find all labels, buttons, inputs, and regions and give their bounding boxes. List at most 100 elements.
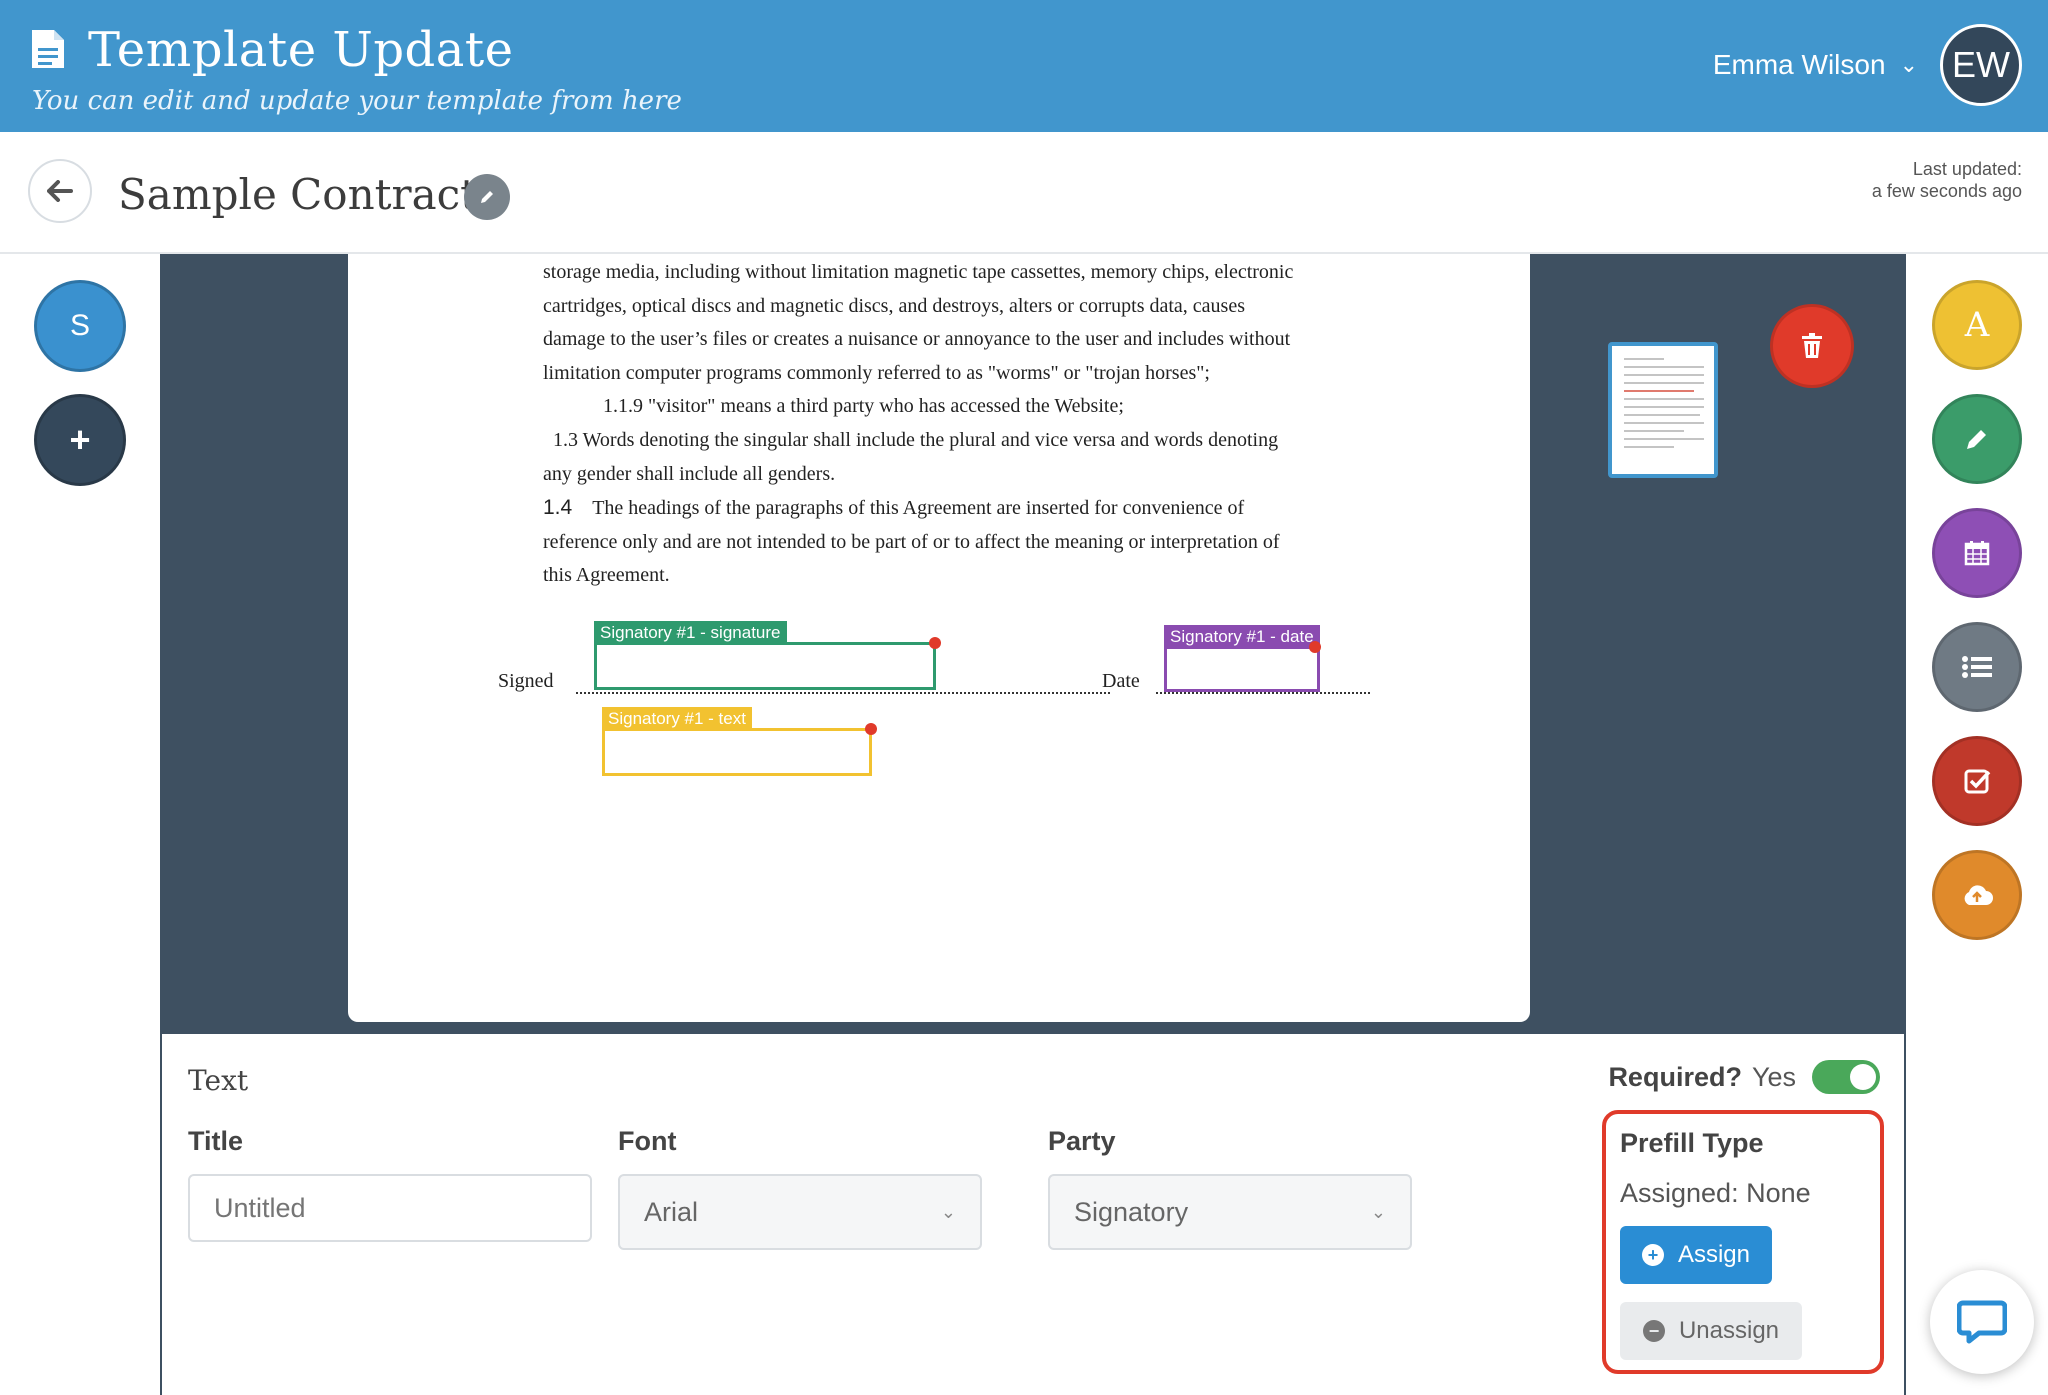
resize-handle[interactable] xyxy=(865,723,877,735)
field-tag: Signatory #1 - text xyxy=(602,707,752,731)
app-title: Template Update xyxy=(88,22,514,78)
field-tools-rail: A xyxy=(1906,254,2048,1395)
document-canvas: storage media, including without limitat… xyxy=(160,254,1906,1034)
plus-circle-icon: + xyxy=(1641,1244,1664,1266)
thumbnail-line xyxy=(1624,390,1694,392)
doc-line: cartridges, optical discs and magnetic d… xyxy=(543,294,1246,317)
thumbnail-line xyxy=(1624,430,1684,432)
thumbnail-line xyxy=(1624,382,1704,384)
signature-tool-button[interactable] xyxy=(1932,394,2022,484)
party-select-value: Signatory xyxy=(1074,1196,1189,1227)
chat-icon xyxy=(1957,1300,2007,1344)
app-header: Template Update You can edit and update … xyxy=(0,0,2048,132)
doc-line: limitation computer programs commonly re… xyxy=(543,361,1210,384)
date-field[interactable]: Signatory #1 - date xyxy=(1164,625,1321,692)
page-title: Sample Contract xyxy=(118,170,478,219)
add-signatory-button[interactable]: + xyxy=(34,394,126,486)
back-button[interactable] xyxy=(28,159,92,223)
app-subtitle: You can edit and update your template fr… xyxy=(32,86,682,116)
thumbnail-line xyxy=(1624,446,1674,448)
thumbnail-line xyxy=(1624,358,1664,360)
field-properties-panel: Text Title Font Arial ⌄ Party Signatory … xyxy=(160,1034,1906,1395)
prefill-type-box: Prefill Type Assigned: None + Assign − U… xyxy=(1602,1110,1884,1374)
date-line xyxy=(1156,692,1370,694)
panel-heading: Text xyxy=(188,1064,249,1097)
doc-line-text: The headings of the paragraphs of this A… xyxy=(592,497,1245,520)
chevron-down-icon: ⌄ xyxy=(940,1201,956,1222)
signatory-rail: S + xyxy=(0,254,160,1395)
party-select[interactable]: Signatory ⌄ xyxy=(1048,1174,1412,1250)
font-select[interactable]: Arial ⌄ xyxy=(618,1174,982,1250)
trash-icon xyxy=(1802,333,1822,358)
date-tool-button[interactable] xyxy=(1932,508,2022,598)
field-tag: Signatory #1 - signature xyxy=(594,621,787,645)
required-label: Required? xyxy=(1608,1061,1742,1092)
chevron-down-icon: ⌄ xyxy=(1370,1201,1386,1222)
last-updated-label: Last updated: xyxy=(1912,159,2022,179)
signatory-s-button[interactable]: S xyxy=(34,280,126,372)
edit-title-button[interactable] xyxy=(464,174,510,220)
user-menu[interactable]: Emma Wilson ⌄ EW xyxy=(1713,24,2022,106)
thumbnail-line xyxy=(1624,422,1704,424)
assign-button-label: Assign xyxy=(1677,1241,1751,1268)
section-number: 1.4 xyxy=(543,496,573,520)
checkbox-tool-button[interactable] xyxy=(1932,736,2022,826)
doc-line: damage to the user’s files or creates a … xyxy=(543,328,1291,351)
signed-label: Signed xyxy=(498,670,554,692)
thumbnail-line xyxy=(1624,406,1704,408)
font-label: Font xyxy=(618,1126,677,1156)
font-select-value: Arial xyxy=(644,1196,699,1227)
chat-button[interactable] xyxy=(1930,1270,2034,1374)
doc-line: 1.1.9 "visitor" means a third party who … xyxy=(603,395,1124,418)
chevron-down-icon[interactable]: ⌄ xyxy=(1900,52,1918,78)
list-icon xyxy=(1962,656,1992,678)
assign-button[interactable]: + Assign xyxy=(1620,1226,1772,1284)
document-page: storage media, including without limitat… xyxy=(348,254,1530,1022)
arrow-left-icon xyxy=(47,180,73,202)
upload-tool-button[interactable] xyxy=(1932,850,2022,940)
list-tool-button[interactable] xyxy=(1932,622,2022,712)
last-updated: Last updated: a few seconds ago xyxy=(1872,158,2022,202)
assigned-status: Assigned: None xyxy=(1620,1178,1811,1208)
document-icon xyxy=(32,30,64,68)
thumbnail-line xyxy=(1624,414,1700,416)
thumbnail-line xyxy=(1624,374,1704,376)
unassign-button[interactable]: − Unassign xyxy=(1620,1302,1802,1360)
doc-line: 1.3 Words denoting the singular shall in… xyxy=(553,428,1279,451)
resize-handle[interactable] xyxy=(929,637,941,649)
thumbnail-line xyxy=(1624,366,1704,368)
signed-line xyxy=(576,692,1110,694)
signature-field[interactable]: Signatory #1 - signature xyxy=(594,621,941,690)
pencil-icon xyxy=(1967,430,1986,449)
calendar-icon xyxy=(1964,541,1990,566)
field-tag: Signatory #1 - date xyxy=(1164,625,1320,649)
toolbar: Sample Contract Last updated: a few seco… xyxy=(0,132,2048,254)
avatar[interactable]: EW xyxy=(1940,24,2022,106)
pencil-icon xyxy=(481,191,493,203)
title-label: Title xyxy=(188,1126,244,1156)
required-toggle[interactable] xyxy=(1812,1060,1880,1094)
unassign-button-label: Unassign xyxy=(1678,1317,1780,1344)
text-field[interactable]: Signatory #1 - text xyxy=(602,707,877,776)
thumbnail-line xyxy=(1624,398,1704,400)
doc-line: 1.4 The headings of the paragraphs of th… xyxy=(543,491,1383,526)
delete-field-button[interactable] xyxy=(1770,304,1854,388)
doc-line: any gender shall include all genders. xyxy=(543,462,836,485)
page-thumbnail[interactable] xyxy=(1608,342,1718,478)
doc-line: reference only and are not intended to b… xyxy=(543,530,1280,553)
last-updated-value: a few seconds ago xyxy=(1871,181,2022,201)
toggle-knob xyxy=(1850,1064,1876,1090)
doc-line: storage media, including without limitat… xyxy=(543,261,1294,283)
date-label: Date xyxy=(1102,670,1140,692)
checkbox-icon xyxy=(1964,769,1991,794)
required-setting: Required? Yes xyxy=(1608,1060,1880,1094)
thumbnail-line xyxy=(1624,438,1704,440)
text-tool-button[interactable]: A xyxy=(1932,280,2022,370)
resize-handle[interactable] xyxy=(1309,641,1321,653)
minus-circle-icon: − xyxy=(1642,1320,1665,1342)
required-value: Yes xyxy=(1751,1061,1796,1092)
user-name[interactable]: Emma Wilson xyxy=(1713,49,1886,81)
title-input[interactable] xyxy=(188,1174,592,1242)
prefill-title: Prefill Type xyxy=(1620,1128,1764,1158)
document-text: storage media, including without limitat… xyxy=(543,256,1383,593)
